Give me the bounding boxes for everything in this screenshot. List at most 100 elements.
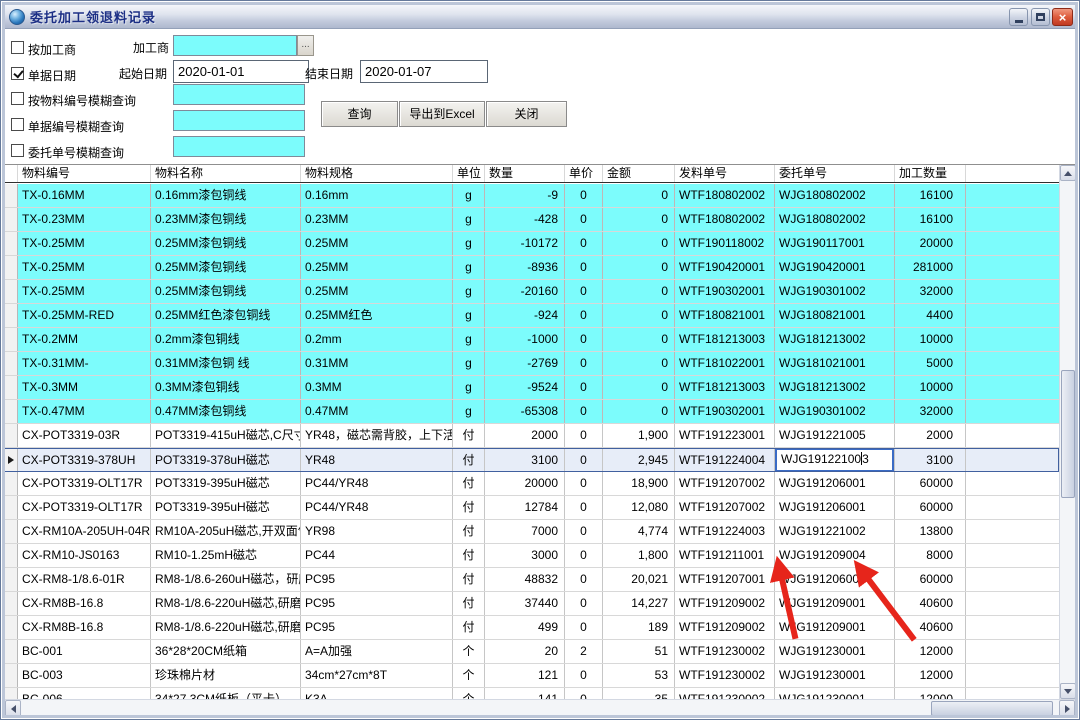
cell[interactable]: 0 [603, 400, 675, 423]
cell[interactable]: 51 [603, 640, 675, 663]
cell[interactable]: WJG191230001 [775, 688, 895, 699]
cell[interactable]: 0 [565, 472, 603, 495]
cell[interactable]: POT3319-415uH磁芯,C尺寸 [151, 424, 301, 447]
cell[interactable]: 12000 [895, 664, 966, 687]
table-row[interactable]: TX-0.25MM-RED0.25MM红色漆包铜线0.25MM红色g-92400… [5, 304, 1059, 328]
cell[interactable]: RM8-1/8.6-220uH磁芯,研磨双 [151, 592, 301, 615]
checkbox-doc-date[interactable] [11, 67, 24, 80]
checkbox-by-processor[interactable] [11, 41, 24, 54]
cell[interactable]: WTF190302001 [675, 280, 775, 303]
table-row[interactable]: TX-0.3MM0.3MM漆包铜线0.3MMg-952400WTF1812130… [5, 376, 1059, 400]
scroll-right-button[interactable] [1059, 700, 1075, 715]
cell[interactable]: WJG191230001 [775, 664, 895, 687]
cell[interactable]: WTF191230002 [675, 640, 775, 663]
cell[interactable]: WJG191221005 [775, 424, 895, 447]
cell[interactable]: WJG190301002 [775, 280, 895, 303]
cell[interactable]: 2,945 [603, 449, 675, 471]
cell[interactable]: WJG191206001 [775, 568, 895, 591]
cell[interactable]: 1,900 [603, 424, 675, 447]
cell[interactable]: -924 [485, 304, 565, 327]
cell[interactable]: 0 [565, 208, 603, 231]
cell[interactable]: 32000 [895, 400, 966, 423]
cell[interactable]: 0 [603, 304, 675, 327]
row-marker-cell[interactable] [5, 616, 18, 639]
cell[interactable]: WTF191211001 [675, 544, 775, 567]
cell[interactable]: 18,900 [603, 472, 675, 495]
cell[interactable]: -9 [485, 184, 565, 207]
cell[interactable]: 3000 [485, 544, 565, 567]
cell[interactable]: g [453, 400, 485, 423]
cell[interactable]: TX-0.25MM-RED [18, 304, 151, 327]
cell[interactable]: 0 [565, 544, 603, 567]
cell[interactable]: CX-RM10-JS0163 [18, 544, 151, 567]
cell[interactable]: WTF180802002 [675, 184, 775, 207]
table-row[interactable]: CX-RM8B-16.8RM8-1/8.6-220uH磁芯,研磨双PC95付37… [5, 592, 1059, 616]
cell[interactable]: 40600 [895, 592, 966, 615]
cell[interactable]: CX-POT3319-OLT17R [18, 496, 151, 519]
cell[interactable]: 0.25MM漆包铜线 [151, 280, 301, 303]
cell[interactable]: 0.47MM漆包铜线 [151, 400, 301, 423]
cell[interactable]: 付 [453, 424, 485, 447]
row-marker-cell[interactable] [5, 304, 18, 327]
cell[interactable]: CX-RM10A-205UH-04R [18, 520, 151, 543]
cell[interactable]: WTF191207002 [675, 496, 775, 519]
cell[interactable]: WTF191224003 [675, 520, 775, 543]
row-marker-cell[interactable] [5, 400, 18, 423]
cell[interactable]: TX-0.23MM [18, 208, 151, 231]
cell[interactable]: 4,774 [603, 520, 675, 543]
cell[interactable]: TX-0.25MM [18, 280, 151, 303]
cell[interactable]: 2000 [895, 424, 966, 447]
cell[interactable]: WTF180802002 [675, 208, 775, 231]
column-header-6[interactable]: 单价 [565, 165, 603, 182]
row-marker-cell[interactable] [5, 376, 18, 399]
cell[interactable]: WJG191209004 [775, 544, 895, 567]
cell[interactable]: WTF191224004 [675, 449, 775, 471]
cell[interactable]: YR98 [301, 520, 453, 543]
cell[interactable]: g [453, 256, 485, 279]
grid-body[interactable]: TX-0.16MM0.16mm漆包铜线0.16mmg-900WTF1808020… [5, 184, 1059, 699]
cell[interactable]: RM10-1.25mH磁芯 [151, 544, 301, 567]
cell[interactable]: WTF191209002 [675, 592, 775, 615]
cell[interactable]: g [453, 208, 485, 231]
row-marker-cell[interactable] [5, 232, 18, 255]
cell[interactable]: 0 [603, 208, 675, 231]
cell[interactable]: CX-RM8B-16.8 [18, 616, 151, 639]
cell[interactable]: 0.25MM漆包铜线 [151, 232, 301, 255]
browse-button[interactable]: ... [297, 35, 314, 56]
cell[interactable]: 0.23MM [301, 208, 453, 231]
scroll-left-button[interactable] [5, 700, 21, 715]
row-marker-cell[interactable] [5, 496, 18, 519]
vertical-scrollbar[interactable] [1059, 165, 1075, 699]
cell[interactable]: 16100 [895, 208, 966, 231]
cell[interactable]: 20000 [485, 472, 565, 495]
cell[interactable]: 2 [565, 640, 603, 663]
horizontal-scroll-thumb[interactable] [931, 701, 1053, 715]
cell-editor[interactable]: WJG191221003 [775, 449, 894, 471]
cell[interactable]: 0 [603, 352, 675, 375]
cell[interactable]: TX-0.31MM- [18, 352, 151, 375]
cell[interactable]: 0.25MM漆包铜线 [151, 256, 301, 279]
cell[interactable]: 0.16mm漆包铜线 [151, 184, 301, 207]
cell[interactable]: WTF191207001 [675, 568, 775, 591]
checkbox-docno-fuzzy[interactable] [11, 118, 24, 131]
cell[interactable]: -1000 [485, 328, 565, 351]
cell[interactable]: 0 [565, 592, 603, 615]
cell[interactable]: -20160 [485, 280, 565, 303]
cell[interactable]: 0.31MM漆包铜 线 [151, 352, 301, 375]
cell[interactable]: WTF190118002 [675, 232, 775, 255]
cell[interactable]: POT3319-395uH磁芯 [151, 496, 301, 519]
cell[interactable]: 付 [453, 544, 485, 567]
table-row[interactable]: TX-0.47MM0.47MM漆包铜线0.47MMg-6530800WTF190… [5, 400, 1059, 424]
cell[interactable]: 0.16mm [301, 184, 453, 207]
cell[interactable]: 0 [565, 664, 603, 687]
table-row[interactable]: TX-0.16MM0.16mm漆包铜线0.16mmg-900WTF1808020… [5, 184, 1059, 208]
cell[interactable]: PC95 [301, 592, 453, 615]
cell[interactable]: 0.2mm [301, 328, 453, 351]
cell[interactable]: 12784 [485, 496, 565, 519]
cell[interactable]: 10000 [895, 328, 966, 351]
cell[interactable]: 10000 [895, 376, 966, 399]
cell[interactable]: WJG191230001 [775, 640, 895, 663]
cell[interactable]: 0.3MM漆包铜线 [151, 376, 301, 399]
row-marker-cell[interactable] [5, 208, 18, 231]
cell[interactable]: WJG191221002 [775, 520, 895, 543]
